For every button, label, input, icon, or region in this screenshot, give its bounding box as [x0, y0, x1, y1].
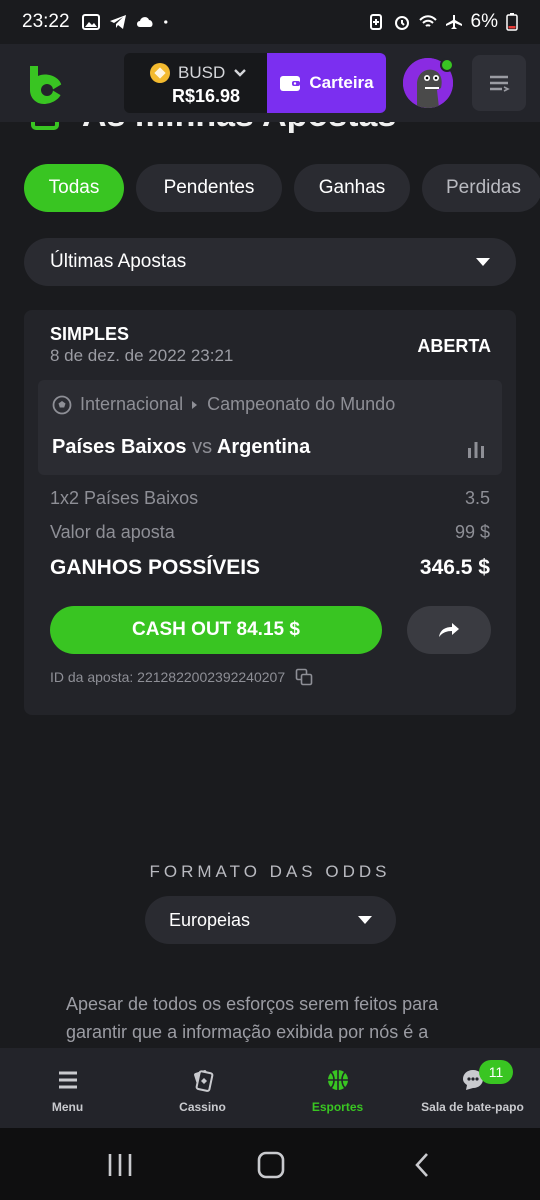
tab-lost[interactable]: Perdidas — [422, 164, 540, 212]
stake-value: 99 $ — [454, 522, 490, 542]
nav-casino-label: Cassino — [179, 1100, 226, 1114]
nav-menu-label: Menu — [51, 1100, 84, 1114]
hamburger-icon — [490, 75, 510, 92]
bet-status: ABERTA — [417, 336, 491, 356]
winnings-label: GANHOS POSSÍVEIS — [50, 556, 261, 579]
winnings-row: GANHOS POSSÍVEIS 346.5 $ — [50, 556, 490, 580]
balance: R$16.98 — [172, 86, 241, 106]
wallet-widget[interactable]: BUSD R$16.98 Carteira — [124, 53, 386, 113]
currency-selector[interactable]: BUSD — [150, 63, 247, 83]
cashout-button[interactable]: CASH OUT 84.15 $ — [50, 606, 382, 654]
chat-badge: 11 — [479, 1060, 513, 1084]
odds-format-dropdown[interactable]: Europeias — [145, 896, 396, 944]
nav-chat[interactable]: Sala de bate-papo — [405, 1048, 540, 1128]
system-nav-bar — [0, 1128, 540, 1200]
status-bar: 23:22 6% — [0, 0, 540, 44]
bet-card: SIMPLES 8 de dez. de 2022 23:21 ABERTA I… — [24, 310, 516, 715]
bet-date: 8 de dez. de 2022 23:21 — [50, 346, 234, 365]
bet-id: ID da aposta: 2212822002392240207 — [50, 669, 286, 685]
filter-tabs: Todas Pendentes Ganhas Perdidas — [0, 164, 540, 212]
event-competition: Campeonato do Mundo — [207, 394, 396, 414]
share-arrow-icon — [439, 623, 459, 637]
tab-all[interactable]: Todas — [24, 164, 124, 212]
currency-label: BUSD — [178, 63, 226, 82]
wallet-button-label: Carteira — [309, 73, 374, 92]
battery-saver-icon — [369, 14, 382, 30]
basketball-icon — [327, 1070, 348, 1090]
away-team: Argentina — [216, 436, 311, 458]
soccer-ball-icon — [52, 395, 72, 414]
dropdown-value: Últimas Apostas — [50, 251, 187, 272]
nav-menu[interactable]: Menu — [0, 1048, 135, 1128]
selection-odds: 3.5 — [464, 488, 490, 508]
stake-row: Valor da aposta 99 $ — [50, 522, 490, 543]
copy-icon[interactable] — [295, 668, 313, 686]
telegram-icon — [109, 15, 126, 29]
winnings-value: 346.5 $ — [419, 556, 490, 579]
back-icon[interactable] — [412, 1152, 432, 1178]
selection-row: 1x2 Países Baixos 3.5 — [50, 488, 490, 509]
menu-icon — [58, 1071, 77, 1089]
nav-sports[interactable]: Esportes — [270, 1048, 405, 1128]
dot-icon — [163, 20, 167, 24]
odds-format-title: FORMATO DAS ODDS — [149, 862, 391, 881]
wifi-icon — [418, 15, 437, 27]
bets-icon — [31, 122, 59, 130]
stake-label: Valor da aposta — [50, 522, 175, 542]
status-time: 23:22 — [22, 11, 70, 32]
event-category: Internacional — [80, 394, 184, 414]
nav-chat-label: Sala de bate-papo — [421, 1100, 524, 1114]
bet-type: SIMPLES — [50, 324, 130, 344]
page-title: As minhas Apostas — [82, 122, 396, 135]
gallery-icon — [81, 14, 100, 30]
wallet-icon — [280, 76, 301, 91]
recent-apps-icon[interactable] — [106, 1152, 134, 1178]
match-teams: Países Baixos vs Argentina — [52, 436, 310, 459]
event-box[interactable]: Internacional Campeonato do Mundo Países… — [38, 380, 502, 475]
stats-icon[interactable] — [466, 440, 486, 458]
chevron-down-icon — [234, 69, 247, 77]
wallet-button[interactable]: Carteira — [267, 53, 386, 113]
bets-period-dropdown[interactable]: Últimas Apostas — [24, 238, 516, 286]
bottom-nav: Menu Cassino Esportes Sala de bate-papo — [0, 1048, 540, 1128]
share-button[interactable] — [407, 606, 491, 654]
app-header: BUSD R$16.98 Carteira — [0, 44, 540, 122]
selection-label: 1x2 Países Baixos — [50, 488, 199, 508]
airplane-icon — [445, 15, 462, 29]
bc-logo-icon[interactable] — [26, 62, 66, 104]
chevron-right-icon — [192, 400, 198, 409]
nav-casino[interactable]: Cassino — [135, 1048, 270, 1128]
page-title-area: As minhas Apostas — [0, 122, 540, 142]
side-menu-button[interactable] — [472, 55, 526, 111]
tab-won[interactable]: Ganhas — [294, 164, 410, 212]
home-team: Países Baixos — [52, 436, 187, 458]
caret-down-icon — [358, 916, 372, 924]
caret-down-icon — [476, 258, 490, 266]
bet-id-row: ID da aposta: 2212822002392240207 — [50, 668, 313, 686]
odds-format-value: Europeias — [169, 909, 251, 930]
tab-pending[interactable]: Pendentes — [136, 164, 282, 212]
battery-icon — [506, 13, 518, 31]
event-breadcrumb: Internacional Campeonato do Mundo — [52, 394, 472, 415]
alarm-icon — [394, 16, 409, 30]
home-icon[interactable] — [256, 1151, 286, 1179]
nav-sports-label: Esportes — [311, 1100, 364, 1114]
cards-icon — [193, 1070, 213, 1092]
cloud-icon — [136, 17, 153, 27]
online-indicator — [440, 58, 454, 72]
versus-label: vs — [192, 436, 213, 458]
busd-coin-icon — [150, 63, 170, 83]
disclaimer-text: Apesar de todos os esforços serem feitos… — [66, 994, 439, 1042]
battery-percent: 6% — [470, 11, 498, 32]
